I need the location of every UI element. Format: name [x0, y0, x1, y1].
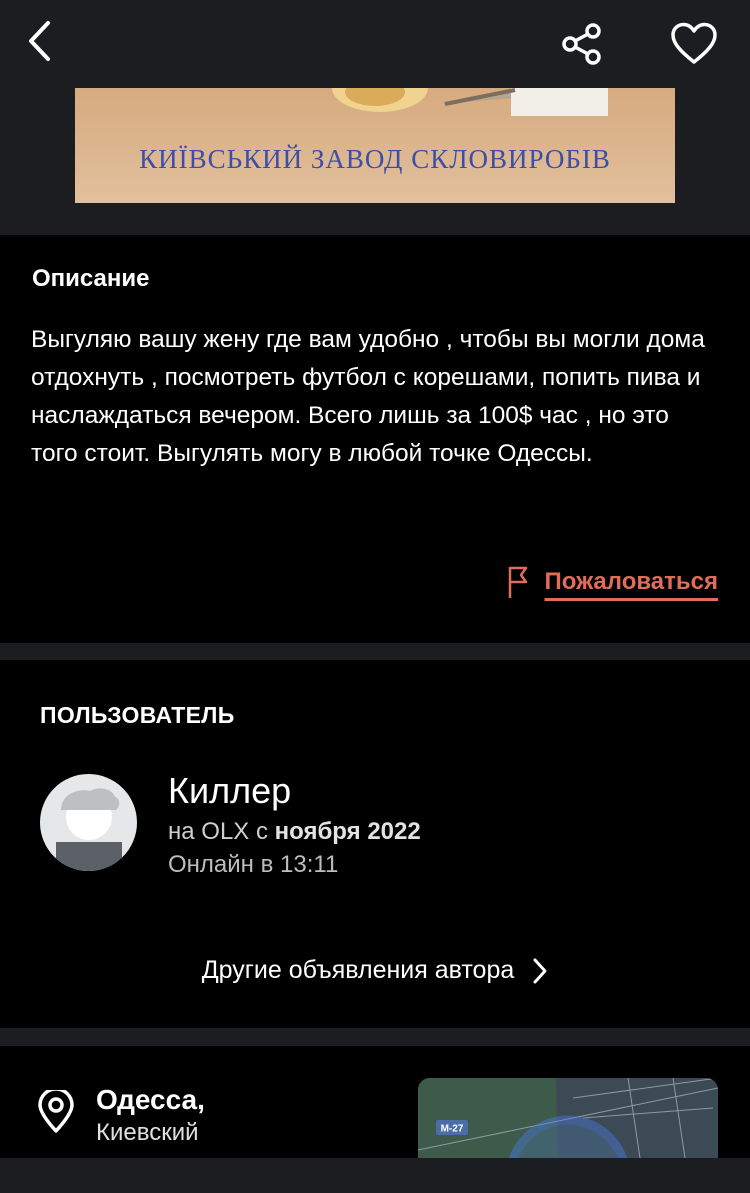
user-since: на OLX с ноября 2022	[168, 818, 421, 846]
ad-illustration	[332, 88, 608, 116]
description-card: Описание Выгуляю вашу жену где вам удобн…	[0, 235, 750, 643]
heart-icon[interactable]	[670, 22, 718, 66]
other-ads-label: Другие объявления автора	[201, 956, 515, 984]
ad-text: КИЇВСЬКИЙ ЗАВОД СКЛОВИРОБІВ	[139, 144, 611, 174]
user-online-status: Онлайн в 13:11	[168, 851, 339, 878]
map-road-label: M-27	[441, 1124, 464, 1135]
ad-banner[interactable]: КИЇВСЬКИЙ ЗАВОД СКЛОВИРОБІВ	[75, 88, 675, 203]
location-district: Киевский	[96, 1119, 199, 1146]
location-map[interactable]: M-27	[418, 1078, 718, 1158]
avatar[interactable]	[40, 774, 137, 871]
top-bar	[0, 0, 750, 88]
user-section-title: ПОЛЬЗОВАТЕЛЬ	[40, 702, 235, 728]
report-button[interactable]: Пожаловаться	[507, 565, 718, 599]
location-card: Одесса, Киевский M-27	[0, 1046, 750, 1158]
flag-icon	[508, 566, 527, 598]
user-since-date: ноября 2022	[274, 818, 421, 845]
chevron-left-icon[interactable]	[26, 20, 54, 62]
user-card: ПОЛЬЗОВАТЕЛЬ Киллер на OLX с ноября 2022…	[0, 660, 750, 1028]
report-label: Пожаловаться	[544, 568, 718, 595]
description-text: Выгуляю вашу жену где вам удобно , чтобы…	[31, 326, 705, 467]
map-graphic: M-27	[418, 1078, 718, 1158]
user-since-prefix: на OLX с	[168, 818, 268, 845]
bottom-strip	[0, 1158, 750, 1193]
user-name: Киллер	[168, 770, 292, 811]
avatar-placeholder-icon	[56, 788, 122, 871]
location-pin-icon	[38, 1090, 74, 1133]
description-title: Описание	[32, 265, 150, 292]
ad-area: КИЇВСЬКИЙ ЗАВОД СКЛОВИРОБІВ	[0, 88, 750, 235]
location-city: Одесса,	[96, 1084, 205, 1115]
other-ads-link[interactable]: Другие объявления автора	[0, 956, 750, 985]
chevron-right-icon	[533, 958, 547, 983]
share-icon[interactable]	[560, 22, 604, 66]
